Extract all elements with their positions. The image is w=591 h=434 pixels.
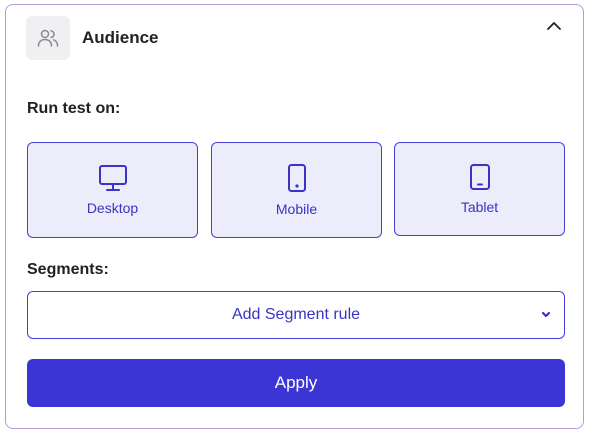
- device-option-desktop[interactable]: Desktop: [27, 142, 198, 238]
- smartphone-icon: [287, 164, 306, 192]
- collapse-button[interactable]: [540, 14, 568, 38]
- device-option-tablet[interactable]: Tablet: [394, 142, 565, 236]
- chevron-up-icon: [547, 22, 561, 30]
- tablet-icon: [469, 164, 490, 190]
- segments-label: Segments:: [27, 261, 109, 278]
- device-label: Mobile: [275, 201, 318, 217]
- run-test-label: Run test on:: [27, 100, 121, 117]
- segment-rule-select[interactable]: Add Segment rule: [27, 291, 565, 339]
- apply-button[interactable]: Apply: [27, 359, 565, 407]
- users-icon: [26, 16, 70, 60]
- segment-select-text: Add Segment rule: [231, 306, 361, 323]
- panel-header: Audience: [26, 14, 159, 62]
- device-label: Desktop: [86, 200, 139, 216]
- chevron-down-icon: [540, 307, 552, 321]
- monitor-icon: [98, 165, 127, 191]
- device-option-mobile[interactable]: Mobile: [211, 142, 382, 238]
- panel-title: Audience: [82, 28, 159, 47]
- device-label: Tablet: [460, 199, 499, 215]
